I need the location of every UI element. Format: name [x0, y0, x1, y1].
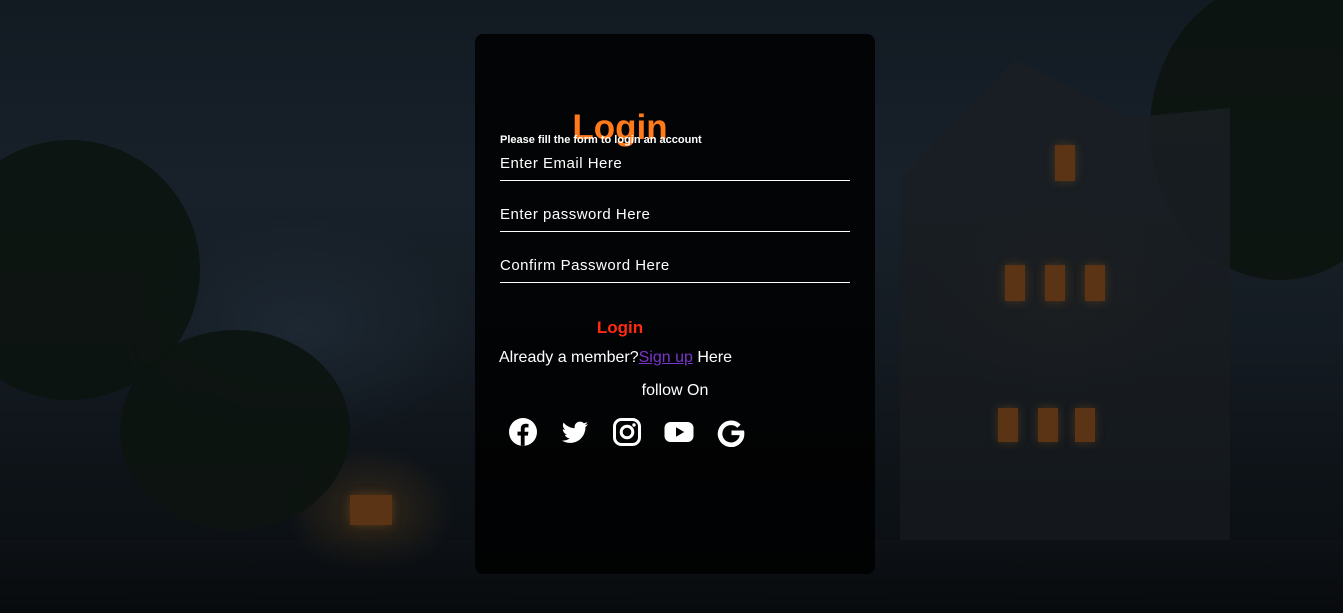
social-links [508, 417, 746, 447]
background-window [1005, 265, 1025, 301]
background-window [1045, 265, 1065, 301]
background-tree [120, 330, 350, 530]
follow-label: follow On [641, 382, 709, 399]
member-prompt-suffix: Here [692, 349, 733, 366]
background-tram-window [350, 495, 392, 525]
signup-link[interactable]: Sign up [639, 349, 693, 366]
member-prompt: Already a member?Sign up Here [499, 349, 732, 367]
background-window [1055, 145, 1075, 181]
background-window [1085, 265, 1105, 301]
instagram-icon[interactable] [612, 417, 642, 447]
login-button[interactable]: Login [570, 315, 670, 341]
google-icon[interactable] [716, 417, 746, 447]
password-field[interactable] [500, 198, 850, 232]
member-prompt-text: Already a member? [499, 349, 639, 366]
login-card: Login Please fill the form to login an a… [475, 34, 875, 574]
form-subtitle: Please fill the form to login an account [500, 134, 702, 146]
background-tree [0, 140, 200, 400]
youtube-icon[interactable] [664, 417, 694, 447]
background-tree [1150, 0, 1343, 280]
background-window [1038, 408, 1058, 442]
twitter-icon[interactable] [560, 417, 590, 447]
email-field[interactable] [500, 147, 850, 181]
facebook-icon[interactable] [508, 417, 538, 447]
background-window [1075, 408, 1095, 442]
confirm-password-field[interactable] [500, 249, 850, 283]
background-window [998, 408, 1018, 442]
background-house [900, 60, 1230, 540]
